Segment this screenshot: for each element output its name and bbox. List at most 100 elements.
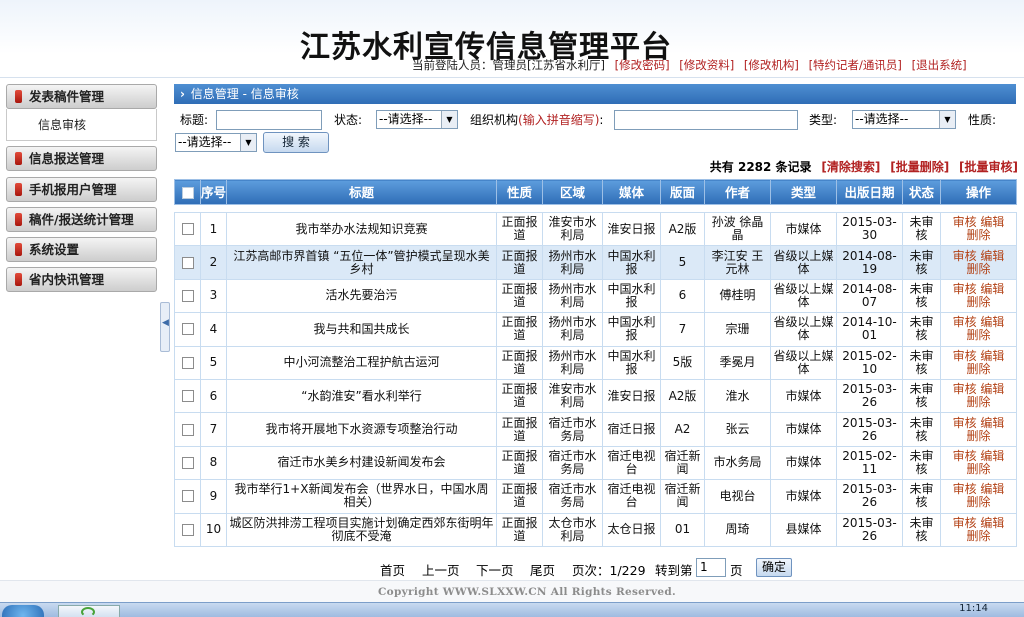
table-row[interactable]: 7 我市将开展地下水资源专项整治行动 正面报道 宿迁市水务局 宿迁日报 A2 张云 市媒体 20… (174, 412, 1017, 447)
menu-marker-icon (15, 243, 22, 256)
goto-page-input[interactable]: 1 (696, 558, 726, 577)
row-checkbox[interactable] (174, 278, 201, 314)
delete-link[interactable]: 删除 (966, 328, 990, 342)
row-checkbox[interactable] (174, 445, 201, 481)
row-title: 城区防洪排涝工程项目实施计划确定西郊东街明年彻底不受淹 (226, 512, 497, 547)
row-media: 中国水利报 (602, 245, 661, 280)
browser-icon (81, 607, 95, 617)
row-author: 周琦 (704, 512, 771, 547)
delete-link[interactable]: 删除 (966, 529, 990, 543)
sidebar-item-info-report[interactable]: 信息报送管理 (6, 146, 157, 171)
edit-org-link[interactable]: [修改机构] (744, 58, 799, 72)
row-author: 宗珊 (704, 312, 771, 347)
change-password-link[interactable]: [修改密码] (615, 58, 670, 72)
review-link[interactable]: 审核 (953, 282, 977, 296)
delete-link[interactable]: 删除 (966, 462, 990, 476)
row-checkbox[interactable] (174, 479, 201, 514)
row-type: 市媒体 (770, 412, 837, 447)
last-page-link[interactable]: 尾页 (530, 560, 555, 579)
edit-link[interactable]: 编辑 (980, 416, 1004, 430)
row-checkbox[interactable] (174, 378, 201, 414)
sidebar-item-mobile-users[interactable]: 手机报用户管理 (6, 177, 157, 202)
row-checkbox[interactable] (174, 245, 201, 280)
review-link[interactable]: 审核 (953, 449, 977, 463)
table-spacer-row (174, 204, 1017, 213)
edit-profile-link[interactable]: [修改资料] (679, 58, 734, 72)
row-checkbox[interactable] (174, 312, 201, 347)
edit-link[interactable]: 编辑 (980, 449, 1004, 463)
row-ops: 审核 编辑 删除 (940, 245, 1017, 280)
org-filter-input[interactable] (614, 110, 798, 130)
sidebar-item-article-management[interactable]: 发表稿件管理 (6, 84, 157, 109)
row-title: “水韵淮安”看水利举行 (226, 378, 497, 414)
table-row[interactable]: 5 中小河流整治工程护航古运河 正面报道 扬州市水利局 中国水利报 5版 季冕月 省级以上媒体… (174, 345, 1017, 380)
sidebar-item-settings[interactable]: 系统设置 (6, 237, 157, 262)
taskbar-browser-app[interactable] (58, 605, 120, 617)
col-header-page: 版面 (660, 179, 705, 205)
delete-link[interactable]: 删除 (966, 262, 990, 276)
row-region: 淮安市水利局 (542, 211, 603, 247)
start-button[interactable] (2, 605, 44, 617)
submenu-item-info-review[interactable]: 信息审核 (38, 116, 86, 133)
nature-filter-select[interactable]: --请选择-- ▼ (175, 133, 257, 152)
table-row[interactable]: 8 宿迁市水美乡村建设新闻发布会 正面报道 宿迁市水务局 宿迁电视台 宿迁新闻 市水务局 市媒… (174, 445, 1017, 481)
first-page-link[interactable]: 首页 (380, 560, 405, 579)
goto-ok-button[interactable]: 确定 (756, 558, 792, 577)
edit-link[interactable]: 编辑 (980, 249, 1004, 263)
edit-link[interactable]: 编辑 (980, 516, 1004, 530)
next-page-link[interactable]: 下一页 (476, 560, 514, 579)
delete-link[interactable]: 删除 (966, 228, 990, 242)
menu-marker-icon (15, 90, 22, 103)
review-link[interactable]: 审核 (953, 516, 977, 530)
review-link[interactable]: 审核 (953, 249, 977, 263)
title-filter-label: 标题: (180, 113, 209, 127)
batch-delete-link[interactable]: [批量删除] (890, 160, 949, 174)
delete-link[interactable]: 删除 (966, 295, 990, 309)
table-row[interactable]: 10 城区防洪排涝工程项目实施计划确定西郊东街明年彻底不受淹 正面报道 太仓市水利局太… (174, 512, 1017, 547)
row-checkbox[interactable] (174, 345, 201, 380)
table-row[interactable]: 9 我市举行1+X新闻发布会（世界水日，中国水周相关） 正面报道 宿迁市水务局 宿迁电视… (174, 479, 1017, 514)
table-row[interactable]: 1 我市举办水法规知识竞赛 正面报道 淮安市水利局 淮安日报 A2版 孙波 徐晶晶 市媒体 20… (174, 211, 1017, 247)
row-status: 未审核 (902, 245, 941, 280)
row-status: 未审核 (902, 345, 941, 380)
table-row[interactable]: 3 活水先要治污 正面报道 扬州市水利局 中国水利报 6 傅桂明 省级以上媒体 2014-08-… (174, 278, 1017, 314)
row-date: 2015-02-10 (836, 345, 903, 380)
logout-link[interactable]: [退出系统] (912, 58, 967, 72)
review-link[interactable]: 审核 (953, 416, 977, 430)
row-type: 县媒体 (770, 512, 837, 547)
col-header-title: 标题 (226, 179, 497, 205)
delete-link[interactable]: 删除 (966, 429, 990, 443)
table-row[interactable]: 4 我与共和国共成长 正面报道 扬州市水利局 中国水利报 7 宗珊 省级以上媒体 2014-10… (174, 312, 1017, 347)
row-status: 未审核 (902, 479, 941, 514)
status-filter-select[interactable]: --请选择-- ▼ (376, 110, 458, 129)
sidebar-item-flash-news[interactable]: 省内快讯管理 (6, 267, 157, 292)
row-author: 李江安 王元林 (704, 245, 771, 280)
row-ops: 审核 编辑 删除 (940, 378, 1017, 414)
row-checkbox[interactable] (174, 412, 201, 447)
delete-link[interactable]: 删除 (966, 395, 990, 409)
review-link[interactable]: 审核 (953, 349, 977, 363)
edit-link[interactable]: 编辑 (980, 282, 1004, 296)
batch-review-link[interactable]: [批量审核] (959, 160, 1018, 174)
clear-search-link[interactable]: [清除搜索] (821, 160, 880, 174)
delete-link[interactable]: 删除 (966, 495, 990, 509)
sidebar-collapse-handle[interactable]: ◀ (160, 302, 170, 352)
sidebar-item-statistics[interactable]: 稿件/报送统计管理 (6, 207, 157, 232)
table-row[interactable]: 6 “水韵淮安”看水利举行 正面报道 淮安市水利局 淮安日报 A2版 淮水 市媒体 2015-0… (174, 378, 1017, 414)
prev-page-link[interactable]: 上一页 (422, 560, 460, 579)
reporters-link[interactable]: [特约记者/通讯员] (809, 58, 902, 72)
delete-link[interactable]: 删除 (966, 362, 990, 376)
row-checkbox[interactable] (174, 211, 201, 247)
title-filter-input[interactable] (216, 110, 322, 130)
row-nature: 正面报道 (496, 345, 543, 380)
row-ops: 审核 编辑 删除 (940, 278, 1017, 314)
row-checkbox[interactable] (174, 512, 201, 547)
type-filter-label: 类型: (809, 113, 838, 127)
table-row[interactable]: 2 江苏高邮市界首镇 “五位一体”管护模式呈现水美乡村 正面报道 扬州市水利局 中国水利… (174, 245, 1017, 280)
row-status: 未审核 (902, 211, 941, 247)
search-button[interactable]: 搜 索 (263, 132, 329, 153)
type-filter-select[interactable]: --请选择-- ▼ (852, 110, 956, 129)
edit-link[interactable]: 编辑 (980, 349, 1004, 363)
org-filter-label: 组织机构(输入拼音缩写): (470, 113, 604, 127)
select-all-checkbox[interactable] (174, 179, 201, 205)
